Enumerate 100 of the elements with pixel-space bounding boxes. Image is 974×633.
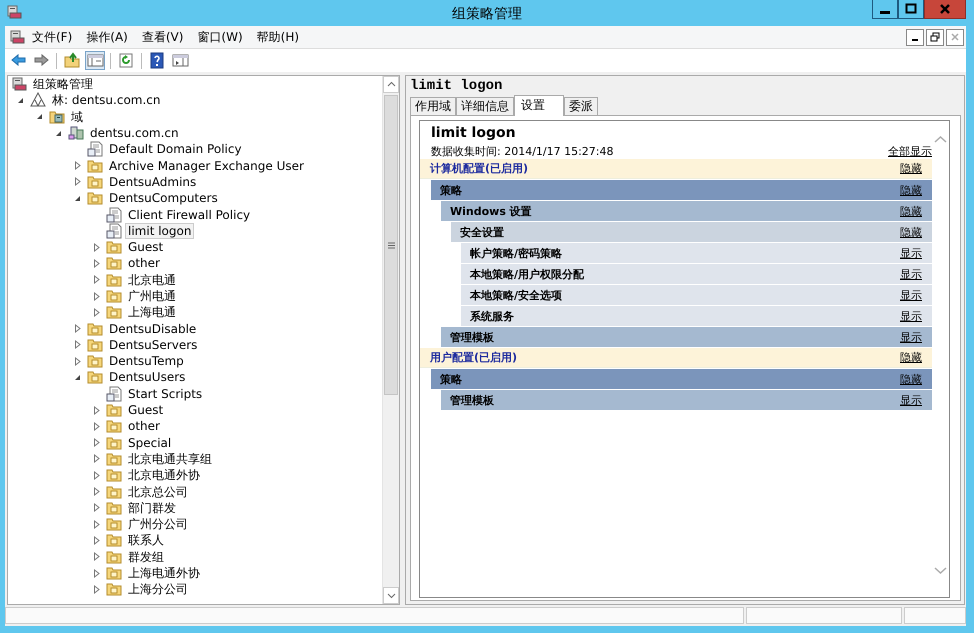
tree-item[interactable]: Archive Manager Exchange User	[106, 158, 307, 174]
collapsed-arrow-icon[interactable]	[73, 340, 82, 350]
collapsed-arrow-icon[interactable]	[73, 356, 82, 366]
tree-item[interactable]: 广州分公司	[125, 516, 191, 532]
panel-button[interactable]	[85, 51, 105, 70]
tree-item[interactable]: Guest	[125, 239, 166, 256]
tree-item[interactable]: 北京电通外协	[125, 467, 203, 484]
tab[interactable]: 详细信息	[456, 97, 514, 115]
toggle-link[interactable]: 显示	[900, 392, 922, 408]
expanded-arrow-icon[interactable]	[73, 194, 82, 203]
toggle-link[interactable]: 显示	[900, 288, 922, 302]
tree-item[interactable]: other	[125, 418, 163, 434]
tree-item[interactable]: Start Scripts	[125, 386, 206, 402]
collapsed-arrow-icon[interactable]	[92, 258, 101, 268]
toggle-link[interactable]: 隐藏	[900, 161, 922, 176]
tree-item[interactable]: 北京电通	[125, 272, 179, 288]
collapsed-arrow-icon[interactable]	[92, 454, 101, 464]
tree-item[interactable]: 上海电通外协	[125, 565, 203, 582]
folder-icon	[106, 304, 122, 320]
menu-item[interactable]: 查看(V)	[134, 28, 190, 46]
tab[interactable]: 设置	[514, 95, 564, 116]
restore-button[interactable]	[926, 28, 944, 46]
collapsed-arrow-icon[interactable]	[92, 487, 101, 496]
tree-item[interactable]: 上海电通	[125, 304, 179, 320]
toggle-link[interactable]: 隐藏	[900, 372, 922, 386]
tree-item[interactable]: DentsuTemp	[106, 353, 187, 370]
expanded-arrow-icon[interactable]	[54, 128, 63, 138]
expanded-arrow-icon[interactable]	[16, 96, 25, 105]
section-title: Windows 设置	[450, 204, 532, 218]
menu-item[interactable]: 窗口(W)	[190, 28, 250, 46]
tree-item[interactable]: DentsuDisable	[106, 320, 200, 337]
document-icon	[87, 141, 103, 158]
collapsed-arrow-icon[interactable]	[92, 584, 101, 594]
collapsed-arrow-icon[interactable]	[92, 503, 101, 512]
minimize-icon	[880, 10, 890, 14]
tree-item[interactable]: other	[125, 255, 163, 272]
toggle-link[interactable]: 隐藏	[900, 204, 922, 218]
collapsed-arrow-icon[interactable]	[92, 552, 101, 562]
menu-item[interactable]: 文件(F)	[25, 28, 80, 46]
menu-item[interactable]: 帮助(H)	[250, 28, 306, 46]
tree-item[interactable]: DentsuServers	[106, 336, 200, 353]
tree-item[interactable]: 林: dentsu.com.cn	[49, 92, 164, 108]
tree-item[interactable]: DentsuComputers	[106, 190, 221, 206]
toggle-link[interactable]: 显示	[900, 266, 922, 282]
tab[interactable]: 作用域	[410, 97, 456, 115]
collapsed-arrow-icon[interactable]	[92, 275, 101, 284]
tree-item[interactable]: DentsuAdmins	[106, 174, 200, 190]
collapsed-arrow-icon[interactable]	[73, 161, 82, 170]
folder-icon	[106, 272, 122, 288]
tree-item[interactable]: Client Firewall Policy	[125, 206, 254, 223]
tab[interactable]: 委派	[564, 97, 598, 115]
toggle-link[interactable]: 隐藏	[900, 182, 922, 198]
tree-item[interactable]: Guest	[125, 402, 166, 418]
report-title: limit logon	[431, 125, 517, 143]
tree-item[interactable]: 北京电通共享组	[125, 450, 215, 467]
collapsed-arrow-icon[interactable]	[92, 422, 101, 431]
toggle-link[interactable]: 显示	[900, 308, 922, 324]
tree-item[interactable]: 部门群发	[125, 500, 179, 516]
collapsed-arrow-icon[interactable]	[73, 177, 82, 186]
tree-item[interactable]: DentsuUsers	[106, 369, 188, 386]
tree-item[interactable]: 联系人	[125, 532, 167, 548]
collapsed-arrow-icon[interactable]	[92, 470, 101, 480]
grip-icon[interactable]	[388, 242, 394, 248]
expanded-arrow-icon[interactable]	[35, 112, 44, 122]
collapsed-arrow-icon[interactable]	[92, 520, 101, 529]
collapsed-arrow-icon[interactable]	[73, 324, 82, 334]
tree-item[interactable]: Default Domain Policy	[106, 141, 245, 158]
menu-item[interactable]: 操作(A)	[79, 28, 135, 46]
scrollbar[interactable]	[382, 76, 399, 604]
close-button[interactable]	[924, 0, 966, 19]
collapsed-arrow-icon[interactable]	[92, 292, 101, 300]
scroll-down-icon[interactable]	[386, 592, 396, 599]
expanded-arrow-icon[interactable]	[73, 372, 82, 382]
collapsed-arrow-icon[interactable]	[92, 568, 101, 578]
tree-item[interactable]: 北京总公司	[125, 484, 191, 500]
console-icon[interactable]	[9, 29, 25, 45]
tree-item[interactable]: Special	[125, 434, 174, 451]
collapsed-arrow-icon[interactable]	[92, 536, 101, 545]
collapsed-arrow-icon[interactable]	[92, 406, 101, 415]
collapsed-arrow-icon[interactable]	[92, 308, 101, 317]
tree-item[interactable]: 上海分公司	[125, 581, 191, 598]
tree-item[interactable]: 群发组	[125, 548, 167, 565]
toggle-link[interactable]: 显示	[900, 330, 922, 344]
minimize-button[interactable]	[872, 0, 898, 19]
show-all-link[interactable]: 全部显示	[888, 144, 932, 159]
collapsed-arrow-icon[interactable]	[92, 242, 101, 252]
toggle-link[interactable]: 显示	[900, 246, 922, 260]
toggle-link[interactable]: 隐藏	[900, 224, 922, 240]
folder-up-button[interactable]	[62, 51, 82, 70]
scroll-up-icon[interactable]	[386, 81, 396, 88]
tree-item[interactable]: dentsu.com.cn	[87, 125, 182, 142]
collapsed-arrow-icon[interactable]	[92, 438, 101, 448]
tree-item[interactable]: 广州电通	[125, 288, 179, 304]
close-icon	[950, 32, 960, 42]
tree-item[interactable]: 组策略管理	[30, 76, 96, 92]
tree-item[interactable]: limit logon	[125, 222, 194, 239]
maximize-icon	[905, 3, 917, 15]
toggle-link[interactable]: 隐藏	[900, 350, 922, 365]
tree-item[interactable]: 域	[68, 108, 86, 125]
minimize-button[interactable]	[906, 28, 924, 46]
